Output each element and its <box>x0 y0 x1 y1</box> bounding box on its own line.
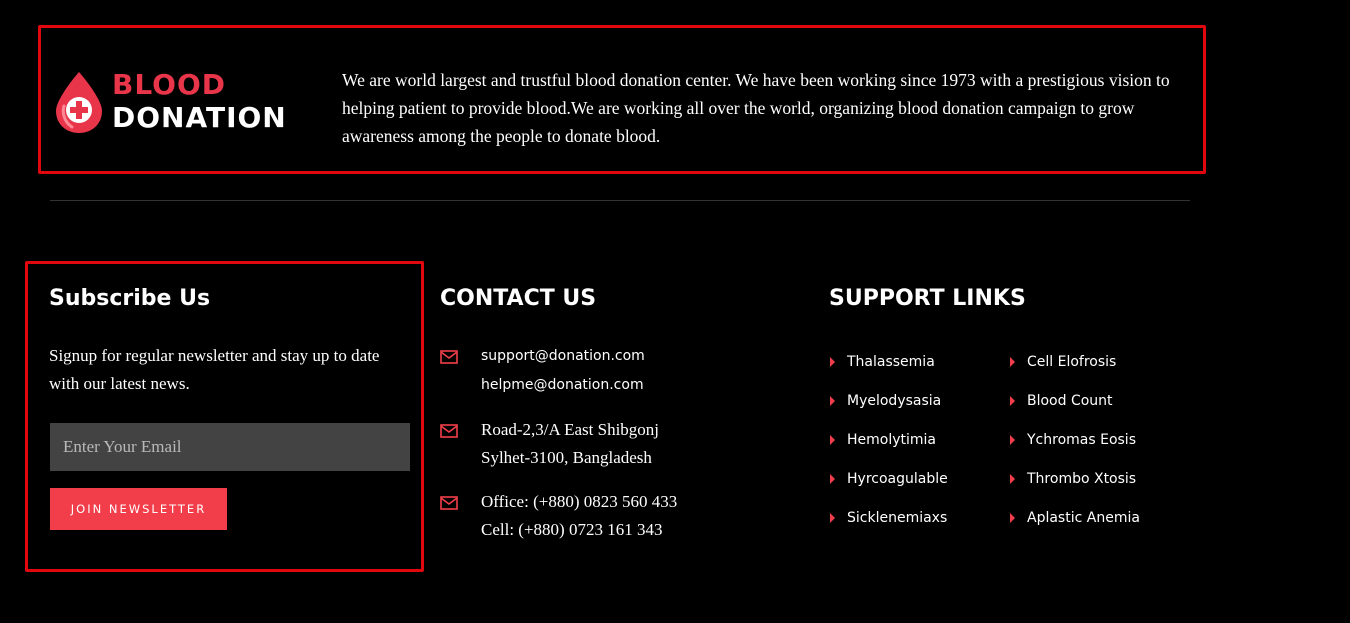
about-text: We are world largest and trustful blood … <box>342 70 1170 146</box>
envelope-icon <box>440 350 458 364</box>
support-link[interactable]: Myelodysasia <box>829 391 948 430</box>
support-link[interactable]: Hyrcoagulable <box>829 469 948 508</box>
support-links-title: SUPPORT LINKS <box>829 286 1026 311</box>
caret-right-icon <box>830 474 835 484</box>
address-line: Sylhet-3100, Bangladesh <box>481 448 652 467</box>
caret-right-icon <box>830 396 835 406</box>
subscribe-description: Signup for regular newsletter and stay u… <box>49 346 380 393</box>
caret-right-icon <box>1010 435 1015 445</box>
helpme-email-link[interactable]: helpme@donation.com <box>481 371 645 400</box>
support-link[interactable]: Aplastic Anemia <box>1009 508 1140 547</box>
caret-right-icon <box>830 435 835 445</box>
cell-phone: Cell: (+880) 0723 161 343 <box>481 520 663 539</box>
caret-right-icon <box>830 513 835 523</box>
support-link[interactable]: Sicklenemiaxs <box>829 508 948 547</box>
support-links-column-2: Cell Elofrosis Blood Count Ychromas Eosi… <box>1009 352 1140 547</box>
brand-name-line2: DONATION <box>112 101 287 134</box>
support-link[interactable]: Thalassemia <box>829 352 948 391</box>
support-link[interactable]: Thrombo Xtosis <box>1009 469 1140 508</box>
support-email-link[interactable]: support@donation.com <box>481 342 645 371</box>
caret-right-icon <box>830 357 835 367</box>
envelope-icon <box>440 424 458 438</box>
support-link[interactable]: Hemolytimia <box>829 430 948 469</box>
caret-right-icon <box>1010 474 1015 484</box>
support-link[interactable]: Ychromas Eosis <box>1009 430 1140 469</box>
subscribe-title: Subscribe Us <box>49 286 211 311</box>
address-line: Road-2,3/A East Shibgonj <box>481 420 660 439</box>
caret-right-icon <box>1010 396 1015 406</box>
office-phone: Office: (+880) 0823 560 433 <box>481 492 678 511</box>
contact-address: Road-2,3/A East Shibgonj Sylhet-3100, Ba… <box>481 416 659 472</box>
contact-phones: Office: (+880) 0823 560 433 Cell: (+880)… <box>481 488 677 544</box>
support-link[interactable]: Blood Count <box>1009 391 1140 430</box>
brand-logo[interactable]: BLOOD DONATION <box>52 68 286 136</box>
email-input[interactable] <box>50 423 410 471</box>
support-links-column-1: Thalassemia Myelodysasia Hemolytimia Hyr… <box>829 352 948 547</box>
support-link[interactable]: Cell Elofrosis <box>1009 352 1140 391</box>
join-newsletter-button[interactable]: JOIN NEWSLETTER <box>50 488 227 530</box>
contact-title: CONTACT US <box>440 286 597 311</box>
caret-right-icon <box>1010 513 1015 523</box>
blood-drop-plus-icon <box>56 72 102 133</box>
brand-name-line1: BLOOD <box>112 68 227 101</box>
contact-emails: support@donation.com helpme@donation.com <box>481 342 645 400</box>
envelope-icon <box>440 496 458 510</box>
caret-right-icon <box>1010 357 1015 367</box>
footer-divider <box>50 200 1190 201</box>
